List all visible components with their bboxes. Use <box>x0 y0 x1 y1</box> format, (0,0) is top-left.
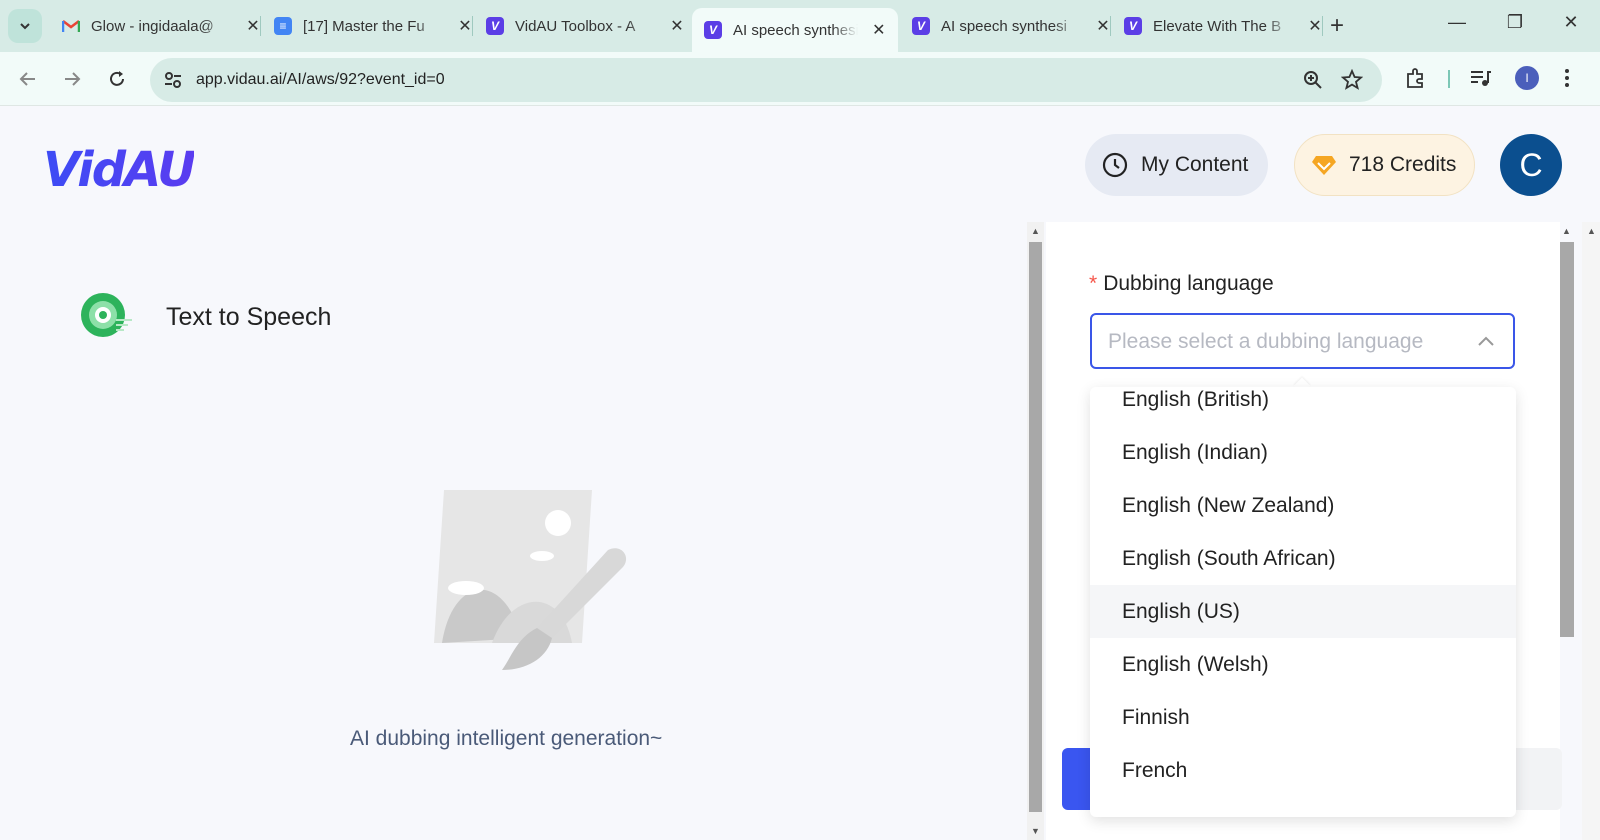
close-icon[interactable]: ✕ <box>872 20 886 40</box>
dropdown-option[interactable]: Finnish <box>1090 691 1516 744</box>
diamond-icon <box>1311 154 1337 176</box>
left-scrollbar[interactable]: ▲ ▼ <box>1027 222 1044 840</box>
tab-title: [17] Master the Fu <box>303 17 425 35</box>
tab-title: Glow - ingidaala@ <box>91 17 214 35</box>
user-avatar[interactable]: C <box>1500 134 1562 196</box>
extensions-icon[interactable] <box>1404 66 1428 95</box>
clock-icon <box>1101 151 1129 179</box>
zoom-icon[interactable] <box>1302 69 1324 96</box>
browser-tab[interactable]: V AI speech synthesi ✕ <box>900 8 1123 44</box>
chevron-up-icon <box>1477 333 1495 356</box>
empty-state-illustration <box>432 488 632 678</box>
browser-tab[interactable]: V Elevate With The B ✕ <box>1112 8 1335 44</box>
vidau-logo[interactable]: VidAU <box>43 142 196 198</box>
scrollbar-thumb[interactable] <box>1029 242 1042 812</box>
close-window-button[interactable]: ✕ <box>1556 12 1586 33</box>
media-control-icon[interactable] <box>1468 66 1492 95</box>
dropdown-option[interactable]: English (New Zealand) <box>1090 479 1516 532</box>
tab-title: AI speech synthesi <box>733 21 858 39</box>
tab-title: VidAU Toolbox - A <box>515 17 636 35</box>
vidau-icon: V <box>704 21 722 39</box>
vidau-icon: V <box>486 17 504 35</box>
close-icon[interactable]: ✕ <box>669 16 685 36</box>
page-scrollbar[interactable]: ▲ <box>1582 222 1600 840</box>
tab-title: AI speech synthesi <box>941 17 1067 35</box>
url-text: app.vidau.ai/AI/aws/92?event_id=0 <box>196 71 445 88</box>
back-arrow-icon <box>19 72 35 86</box>
empty-state-text: AI dubbing intelligent generation~ <box>350 727 663 750</box>
required-mark: * <box>1089 272 1098 295</box>
profile-avatar[interactable]: I <box>1515 66 1539 90</box>
credits-button[interactable]: 718 Credits <box>1294 134 1475 196</box>
dropdown-option-hovered[interactable]: English (US) <box>1090 585 1516 638</box>
my-content-label: My Content <box>1141 153 1249 176</box>
text-to-speech-icon <box>80 290 136 345</box>
scrollbar-thumb[interactable] <box>1560 242 1574 637</box>
my-content-button[interactable]: My Content <box>1085 134 1268 196</box>
browser-tab[interactable]: Glow - ingidaala@ ✕ <box>50 8 273 44</box>
reload-icon <box>110 71 124 86</box>
browser-toolbar: app.vidau.ai/AI/aws/92?event_id=0 I <box>0 52 1600 106</box>
dropdown-option[interactable]: English (Welsh) <box>1090 638 1516 691</box>
dubbing-language-select[interactable]: Please select a dubbing language <box>1090 313 1515 369</box>
dubbing-language-label: * Dubbing language <box>1089 272 1274 296</box>
credits-label: 718 Credits <box>1349 153 1457 176</box>
dropdown-option[interactable]: English (Indian) <box>1090 426 1516 479</box>
panel-scrollbar[interactable]: ▲ <box>1560 222 1574 722</box>
site-info-icon[interactable] <box>162 69 184 96</box>
browser-tab-active[interactable]: V AI speech synthesi ✕ <box>692 8 898 52</box>
tool-title: Text to Speech <box>166 303 332 331</box>
close-icon[interactable]: ✕ <box>1095 16 1111 36</box>
back-button[interactable] <box>15 66 41 92</box>
browser-tab[interactable]: ≡ [17] Master the Fu ✕ <box>262 8 485 44</box>
bookmark-star-icon[interactable] <box>1340 68 1364 96</box>
restore-button[interactable]: ❐ <box>1500 12 1530 33</box>
chevron-down-icon <box>20 23 30 30</box>
close-icon[interactable]: ✕ <box>245 16 261 36</box>
browser-tab-strip: Glow - ingidaala@ ✕ ≡ [17] Master the Fu… <box>0 0 1600 52</box>
select-placeholder: Please select a dubbing language <box>1108 330 1424 353</box>
forward-button[interactable] <box>59 66 85 92</box>
address-bar[interactable]: app.vidau.ai/AI/aws/92?event_id=0 <box>150 58 1382 102</box>
reload-button[interactable] <box>104 66 130 92</box>
gmail-icon <box>62 17 80 35</box>
vidau-icon: V <box>1124 17 1142 35</box>
tab-title: Elevate With The B <box>1153 17 1282 35</box>
close-icon[interactable]: ✕ <box>1307 16 1323 36</box>
minimize-button[interactable]: — <box>1442 12 1472 33</box>
browser-tab[interactable]: V VidAU Toolbox - A ✕ <box>474 8 697 44</box>
dropdown-option[interactable]: French <box>1090 744 1516 797</box>
docs-icon: ≡ <box>274 17 292 35</box>
tab-search-button[interactable] <box>8 9 42 43</box>
more-menu-icon[interactable] <box>1563 66 1571 95</box>
vidau-icon: V <box>912 17 930 35</box>
forward-arrow-icon <box>65 72 81 86</box>
dropdown-option[interactable]: English (British) <box>1090 387 1516 426</box>
tool-header: Text to Speech <box>80 290 331 345</box>
close-icon[interactable]: ✕ <box>457 16 473 36</box>
dropdown-option[interactable]: English (South African) <box>1090 532 1516 585</box>
language-dropdown: English (British) English (Indian) Engli… <box>1090 387 1516 817</box>
dubbing-language-label-text: Dubbing language <box>1103 272 1274 295</box>
new-tab-button[interactable]: + <box>1330 12 1344 40</box>
